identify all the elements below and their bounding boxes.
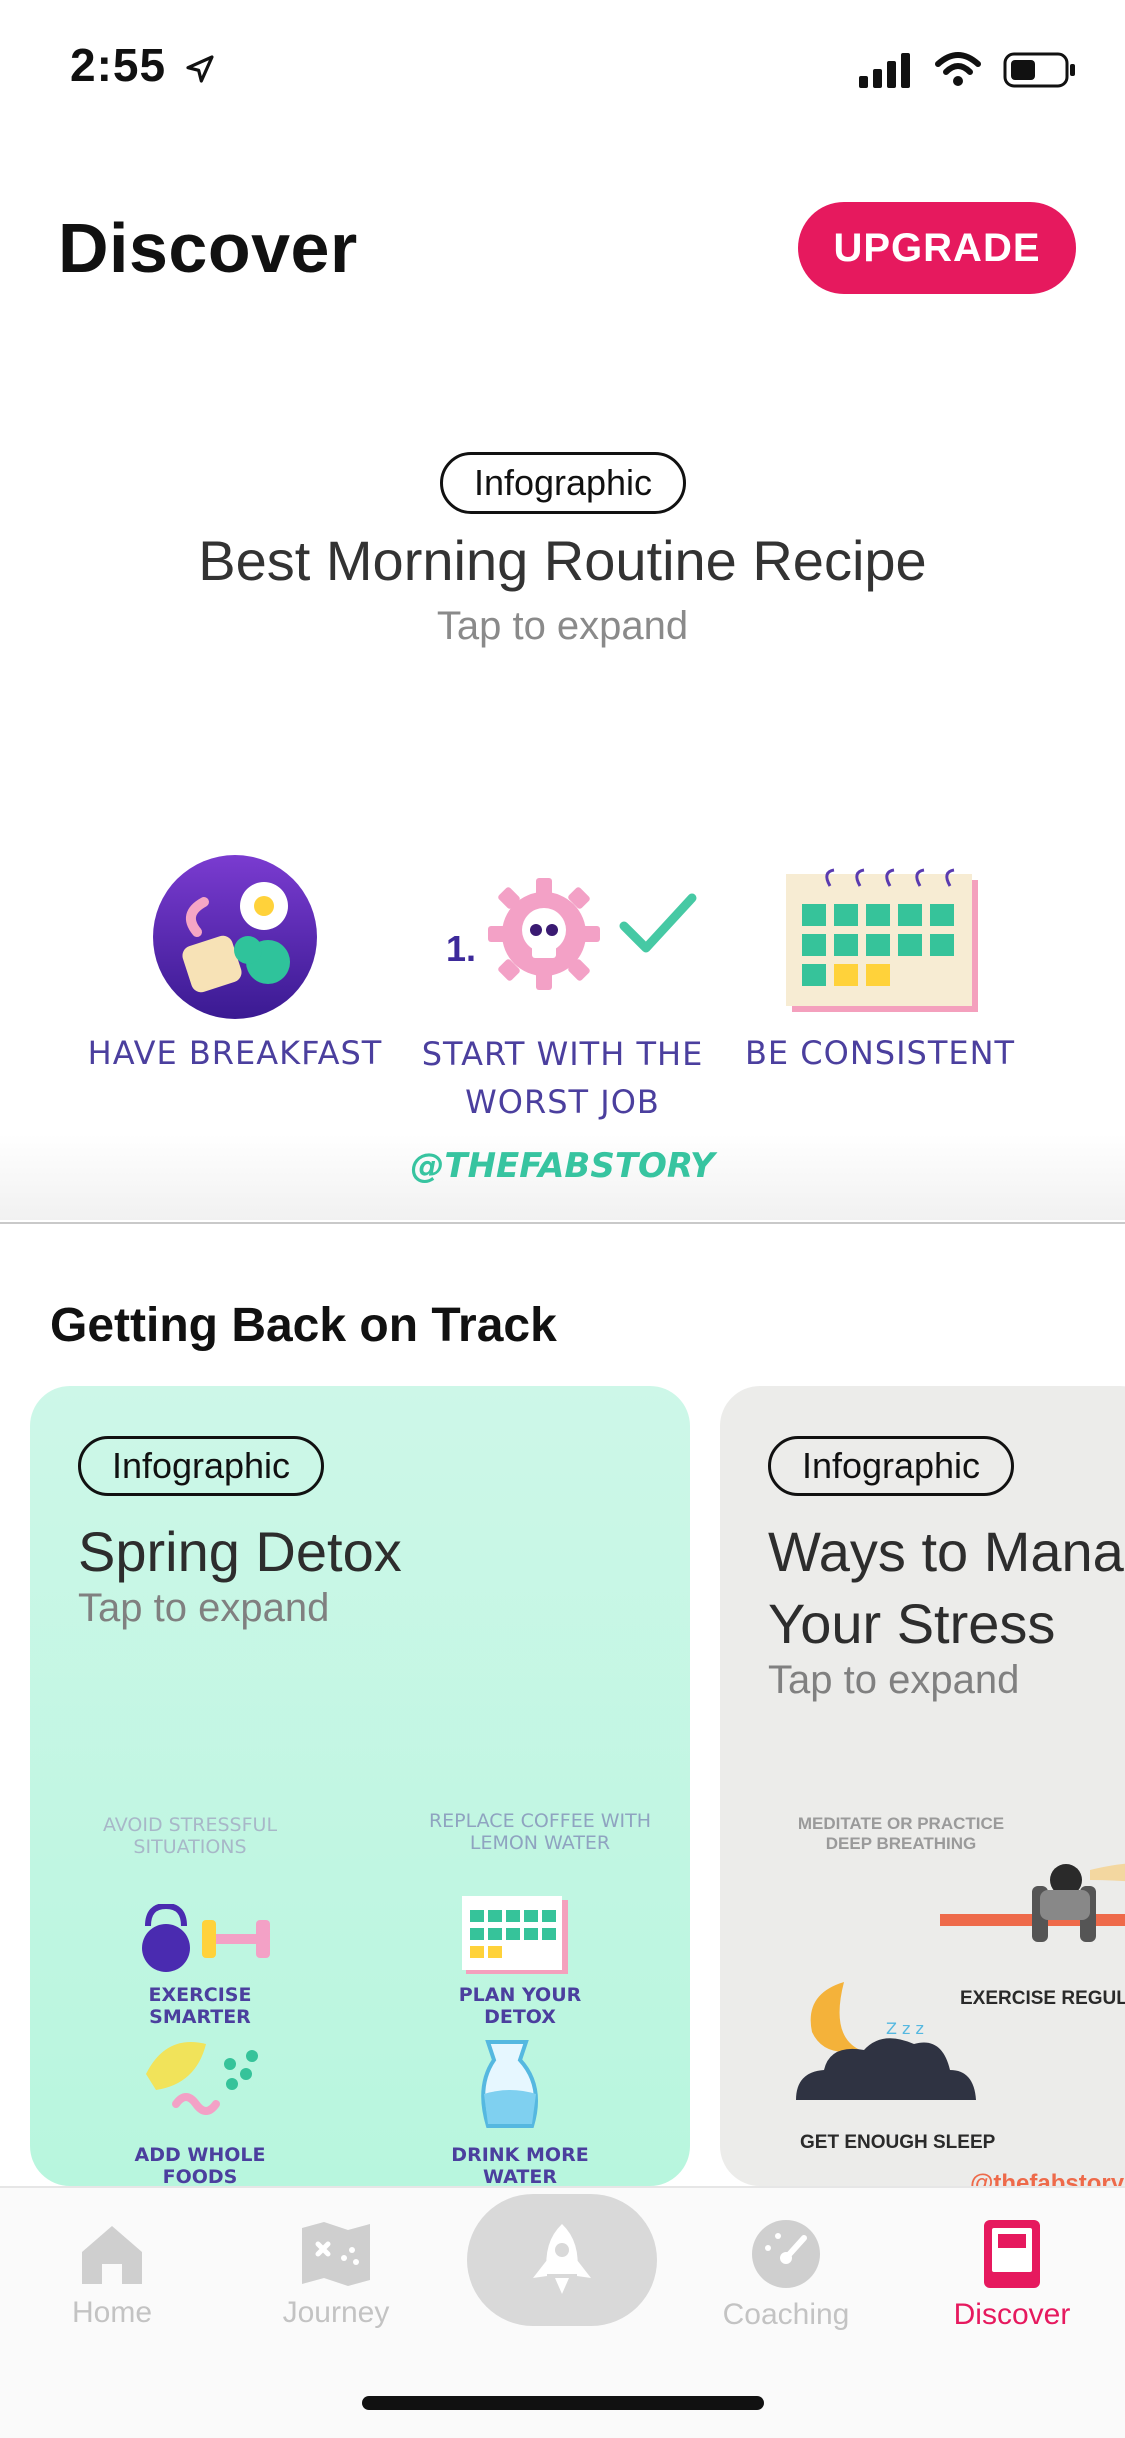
sleep-moon-icon: Z z z [796,1982,976,2100]
featured-tag: Infographic [440,452,686,514]
card-subtitle: Tap to expand [768,1658,1020,1702]
center-action-button[interactable] [467,2194,657,2326]
section-title: Getting Back on Track [50,1299,557,1352]
tab-label: Journey [282,2296,390,2329]
page-title: Discover [58,209,358,287]
card-subtitle: Tap to expand [78,1586,330,1630]
handle-watermark: @THEFABSTORY [410,1146,715,1186]
breakfast-label: HAVE BREAKFAST [87,1034,383,1072]
stress-handle-label: @thefabstory [970,2170,1125,2186]
svg-text:Z z z: Z z z [886,2019,924,2038]
worst-job-label: START WITH THE WORST JOB [421,1035,704,1121]
home-icon [82,2226,142,2284]
location-arrow-icon [186,55,214,83]
tab-label: Home [71,2296,153,2329]
checkmark-icon [619,893,697,953]
consistent-label: BE CONSISTENT [744,1034,1016,1072]
detox-plan-label: PLAN YOUR DETOX [458,1984,582,2028]
status-indicators [859,48,1077,92]
card-title-line1: Ways to Mana [768,1520,1124,1583]
featured-illustration: HAVE BREAKFAST 1. START WITH THE WORST J… [0,790,1125,1220]
gauge-icon [752,2220,820,2288]
map-icon [302,2222,370,2286]
step-number: 1. [446,928,477,969]
tab-journey[interactable]: Journey [246,2218,426,2338]
wifi-icon [935,52,981,86]
kettlebell-icon [142,1904,270,1972]
upgrade-button[interactable]: UPGRADE [798,202,1076,294]
status-time-text: 2:55 [70,39,167,91]
featured-title: Best Morning Routine Recipe [198,529,927,592]
status-time: 2:55 [70,38,216,92]
card-title-line2: Your Stress [768,1592,1056,1655]
battery-icon [1003,52,1075,88]
whole-foods-icon [146,2042,258,2115]
home-indicator[interactable] [362,2396,764,2410]
tab-label: Coaching [722,2298,850,2331]
section-divider [0,1222,1125,1224]
detox-calendar-icon [462,1896,568,1974]
tab-home[interactable]: Home [22,2218,202,2338]
rocket-icon [533,2224,591,2294]
exercise-figure-icon [940,1863,1125,1942]
breakfast-icon [153,855,317,1019]
tab-coaching[interactable]: Coaching [696,2218,876,2338]
detox-foods-label: ADD WHOLE FOODS [134,2144,266,2186]
detox-exercise-label: EXERCISE SMARTER [148,1984,252,2028]
tab-label: Discover [953,2298,1071,2331]
water-pitcher-icon [481,2040,538,2128]
card-tag: Infographic [78,1436,324,1496]
card-title: Spring Detox [78,1520,402,1583]
card-tag: Infographic [768,1436,1014,1496]
featured-subtitle: Tap to expand [436,604,689,648]
calendar-icon [786,868,978,1012]
tab-discover[interactable]: Discover [922,2218,1102,2338]
detox-coffee-label: REPLACE COFFEE WITH LEMON WATER [428,1810,652,1854]
card-spring-detox[interactable]: Infographic Spring Detox Tap to expand A… [30,1386,690,2186]
card-manage-stress[interactable]: Infographic Ways to Mana Your Stress Tap… [720,1386,1125,2186]
card-title: Ways to Mana Your Stress [768,1516,1124,1660]
detox-water-label: DRINK MORE WATER [451,2144,589,2186]
stress-sleep-label: GET ENOUGH SLEEP [800,2132,996,2153]
stress-meditate-label: MEDITATE OR PRACTICE DEEP BREATHING [797,1814,1005,1853]
cellular-signal-icon [859,53,910,88]
gear-skull-icon [488,878,600,990]
detox-avoid-label: AVOID STRESSFUL SITUATIONS [102,1814,278,1858]
book-icon [984,2220,1040,2288]
